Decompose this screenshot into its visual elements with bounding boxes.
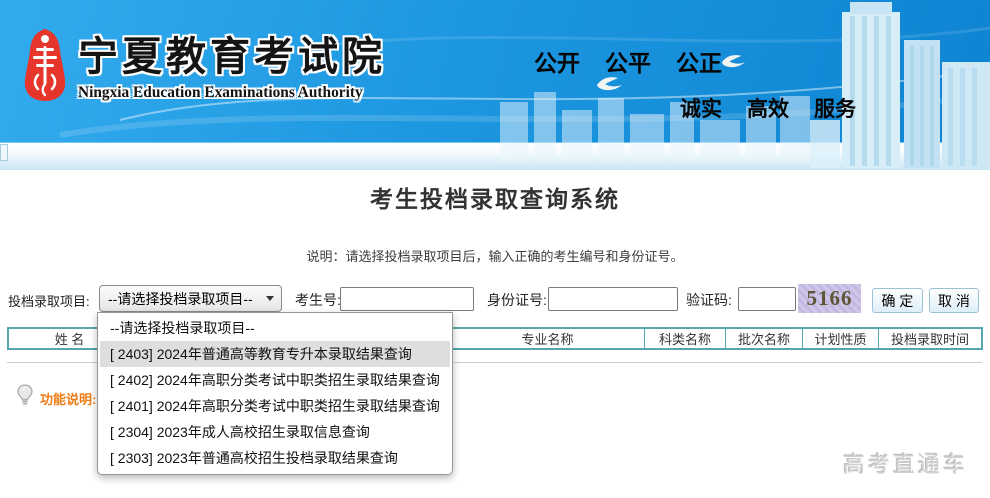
sub-navigation-bar [0, 143, 990, 170]
dropdown-option[interactable]: --请选择投档录取项目-- [100, 315, 450, 341]
column-header-admission-time: 投档录取时间 [878, 329, 981, 348]
slogan-honest-efficient-service: 诚实 高效 服务 [680, 93, 856, 123]
candidate-no-label: 考生号: [295, 292, 341, 308]
slogan-word: 诚实 [680, 98, 722, 121]
confirm-button[interactable]: 确 定 [872, 288, 923, 313]
subbar-left-edge-box [0, 144, 8, 161]
project-select[interactable]: --请选择投档录取项目-- [99, 285, 282, 312]
column-header-major: 专业名称 [450, 329, 644, 348]
captcha-input[interactable] [738, 287, 796, 311]
dropdown-option[interactable]: [ 2401] 2024年高职分类考试中职类招生录取结果查询 [100, 393, 450, 419]
subbar-right-edge-box [983, 146, 990, 159]
dove-icon [721, 55, 746, 68]
page-title: 考生投档录取查询系统 [370, 186, 620, 212]
captcha-image[interactable]: 5166 [798, 284, 861, 313]
function-note-label: 功能说明: [40, 392, 97, 407]
slogan-word: 服务 [814, 98, 856, 121]
slogan-word: 公平 [605, 50, 651, 76]
project-select-value: --请选择投档录取项目-- [108, 290, 253, 307]
instruction-text: 说明：请选择投档录取项目后，输入正确的考生编号和身份证号。 [306, 249, 684, 264]
header-banner: 宁夏教育考试院 Ningxia Education Examinations A… [0, 0, 990, 143]
candidate-no-input[interactable] [340, 287, 474, 311]
page: 宁夏教育考试院 Ningxia Education Examinations A… [0, 0, 990, 498]
dove-icon [597, 77, 622, 91]
column-header-subject-category: 科类名称 [644, 329, 725, 348]
slogan-word: 公开 [534, 50, 580, 76]
dropdown-option[interactable]: [ 2402] 2024年高职分类考试中职类招生录取结果查询 [100, 367, 450, 393]
column-header-batch: 批次名称 [725, 329, 802, 348]
id-card-input[interactable] [548, 287, 678, 311]
org-name-chinese: 宁夏教育考试院 [78, 35, 386, 79]
bulb-icon [17, 384, 33, 405]
dropdown-option[interactable]: [ 2304] 2023年成人高校招生录取信息查询 [100, 419, 450, 445]
dropdown-option[interactable]: [ 2303] 2023年普通高校招生投档录取结果查询 [100, 445, 450, 471]
project-select-label: 投档录取项目: [8, 294, 90, 309]
slogan-open-fair-just: 公开 公平 公正 [534, 44, 722, 78]
authority-seal-logo [24, 29, 66, 101]
cancel-button[interactable]: 取 消 [929, 288, 979, 313]
slogan-word: 高效 [747, 98, 789, 121]
chevron-down-icon [266, 296, 274, 301]
watermark-text: 高考直通车 [843, 452, 969, 477]
id-card-label: 身份证号: [487, 292, 547, 308]
org-name-english: Ningxia Education Examinations Authority [78, 84, 363, 101]
column-header-plan-type: 计划性质 [802, 329, 878, 348]
dropdown-option[interactable]: [ 2403] 2024年普通高等教育专升本录取结果查询 [100, 341, 450, 367]
project-select-dropdown: --请选择投档录取项目-- [ 2403] 2024年普通高等教育专升本录取结果… [97, 312, 453, 475]
slogan-word: 公正 [676, 50, 722, 76]
captcha-label: 验证码: [686, 292, 732, 308]
